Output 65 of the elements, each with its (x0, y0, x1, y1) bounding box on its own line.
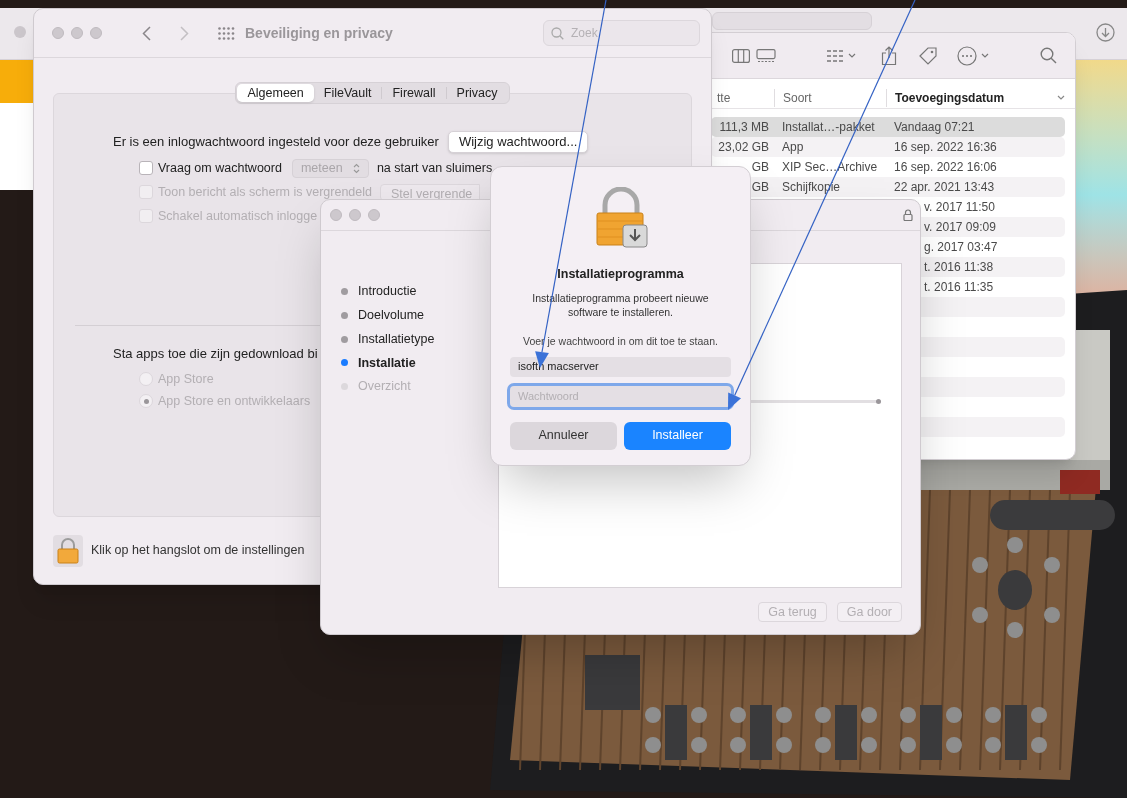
window-control-button[interactable] (90, 27, 102, 39)
tab[interactable]: Algemeen (237, 84, 314, 102)
step-label: Introductie (358, 283, 417, 301)
more-icon[interactable] (957, 45, 977, 66)
window-control-button[interactable] (330, 209, 342, 221)
back-button[interactable] (142, 25, 151, 41)
lock-button[interactable] (53, 534, 83, 567)
tag-icon[interactable] (919, 46, 937, 65)
dialog-title: Installatieprogramma (557, 266, 684, 283)
forward-button[interactable] (180, 25, 189, 41)
columns-view-icon[interactable] (732, 48, 750, 63)
window-control-button[interactable] (368, 209, 380, 221)
size-cell-text: GB (751, 179, 769, 196)
sort-chevron-icon[interactable] (1057, 95, 1065, 100)
window-control-button[interactable] (349, 209, 361, 221)
delay-text: na start van sluimers (376, 159, 493, 177)
grid-icon[interactable] (218, 26, 235, 40)
download-heading: Sta apps toe die zijn gedownload bi (113, 346, 318, 361)
username-field[interactable]: isofth macserver (510, 356, 731, 377)
password-status-text: Er is een inlogwachtwoord ingesteld voor deze gebruiker (113, 133, 439, 152)
address-field[interactable] (712, 12, 872, 30)
date-cell: 16 sep. 2022 16:36 (894, 140, 997, 154)
gallery-view-icon[interactable] (756, 48, 776, 63)
date-cell: v. 2017 09:09 (924, 220, 996, 234)
date-cell: g. 2017 03:47 (924, 240, 998, 254)
padlock-icon (57, 537, 79, 564)
stepper-icon (352, 162, 360, 174)
column-header[interactable]: Soort (783, 88, 812, 107)
group-icon[interactable] (826, 48, 844, 63)
column-header[interactable]: Toevoegingsdatum (895, 88, 1005, 107)
tab[interactable]: Privacy (446, 84, 508, 102)
file-row[interactable]: 23,02 GB App 16 sep. 2022 16:36 (711, 137, 1065, 157)
size-cell-text: GB (751, 159, 769, 176)
date-cell: Vandaag 07:21 (894, 120, 975, 134)
download-icon[interactable] (1096, 23, 1115, 42)
date-cell: v. 2017 11:50 (924, 200, 995, 214)
search-icon (551, 27, 564, 40)
date-cell: 16 sep. 2022 16:06 (894, 160, 997, 174)
dialog-button[interactable]: Installeer (624, 421, 731, 450)
chevron-down-icon[interactable] (848, 53, 856, 58)
dialog-button[interactable]: Annuleer (510, 421, 617, 450)
tab[interactable]: Firewall (382, 84, 446, 102)
step-label: Installatietype (358, 330, 435, 348)
kind-cell: App (782, 140, 804, 154)
column-header[interactable]: tte (717, 88, 731, 107)
step-label: Installatie (358, 354, 416, 372)
date-cell: 22 apr. 2021 13:43 (894, 180, 995, 194)
lock-icon (903, 209, 913, 221)
date-cell: t. 2016 11:35 (924, 280, 994, 294)
checkbox-label: Vraag om wachtwoord (158, 159, 282, 177)
change-password-button[interactable]: Wijzig wachtwoord... (447, 131, 589, 153)
chevron-down-icon[interactable] (981, 53, 989, 58)
lock-hint-text: Klik op het hangslot om de instellingen (91, 542, 305, 560)
checkbox[interactable] (139, 161, 153, 175)
size-cell-text: 23,02 GB (718, 139, 769, 156)
tab[interactable]: FileVault (313, 84, 382, 102)
window-control-button[interactable] (52, 27, 64, 39)
window-control-button[interactable] (71, 27, 83, 39)
step-label: Doelvolume (358, 307, 424, 325)
search-icon[interactable] (1040, 47, 1057, 64)
size-cell-text: 111,3 MB (719, 119, 769, 136)
step-label: Overzicht (358, 378, 411, 396)
window-title: Beveiliging en privacy (245, 23, 393, 43)
share-icon[interactable] (881, 45, 897, 66)
date-cell: t. 2016 11:38 (924, 260, 994, 274)
